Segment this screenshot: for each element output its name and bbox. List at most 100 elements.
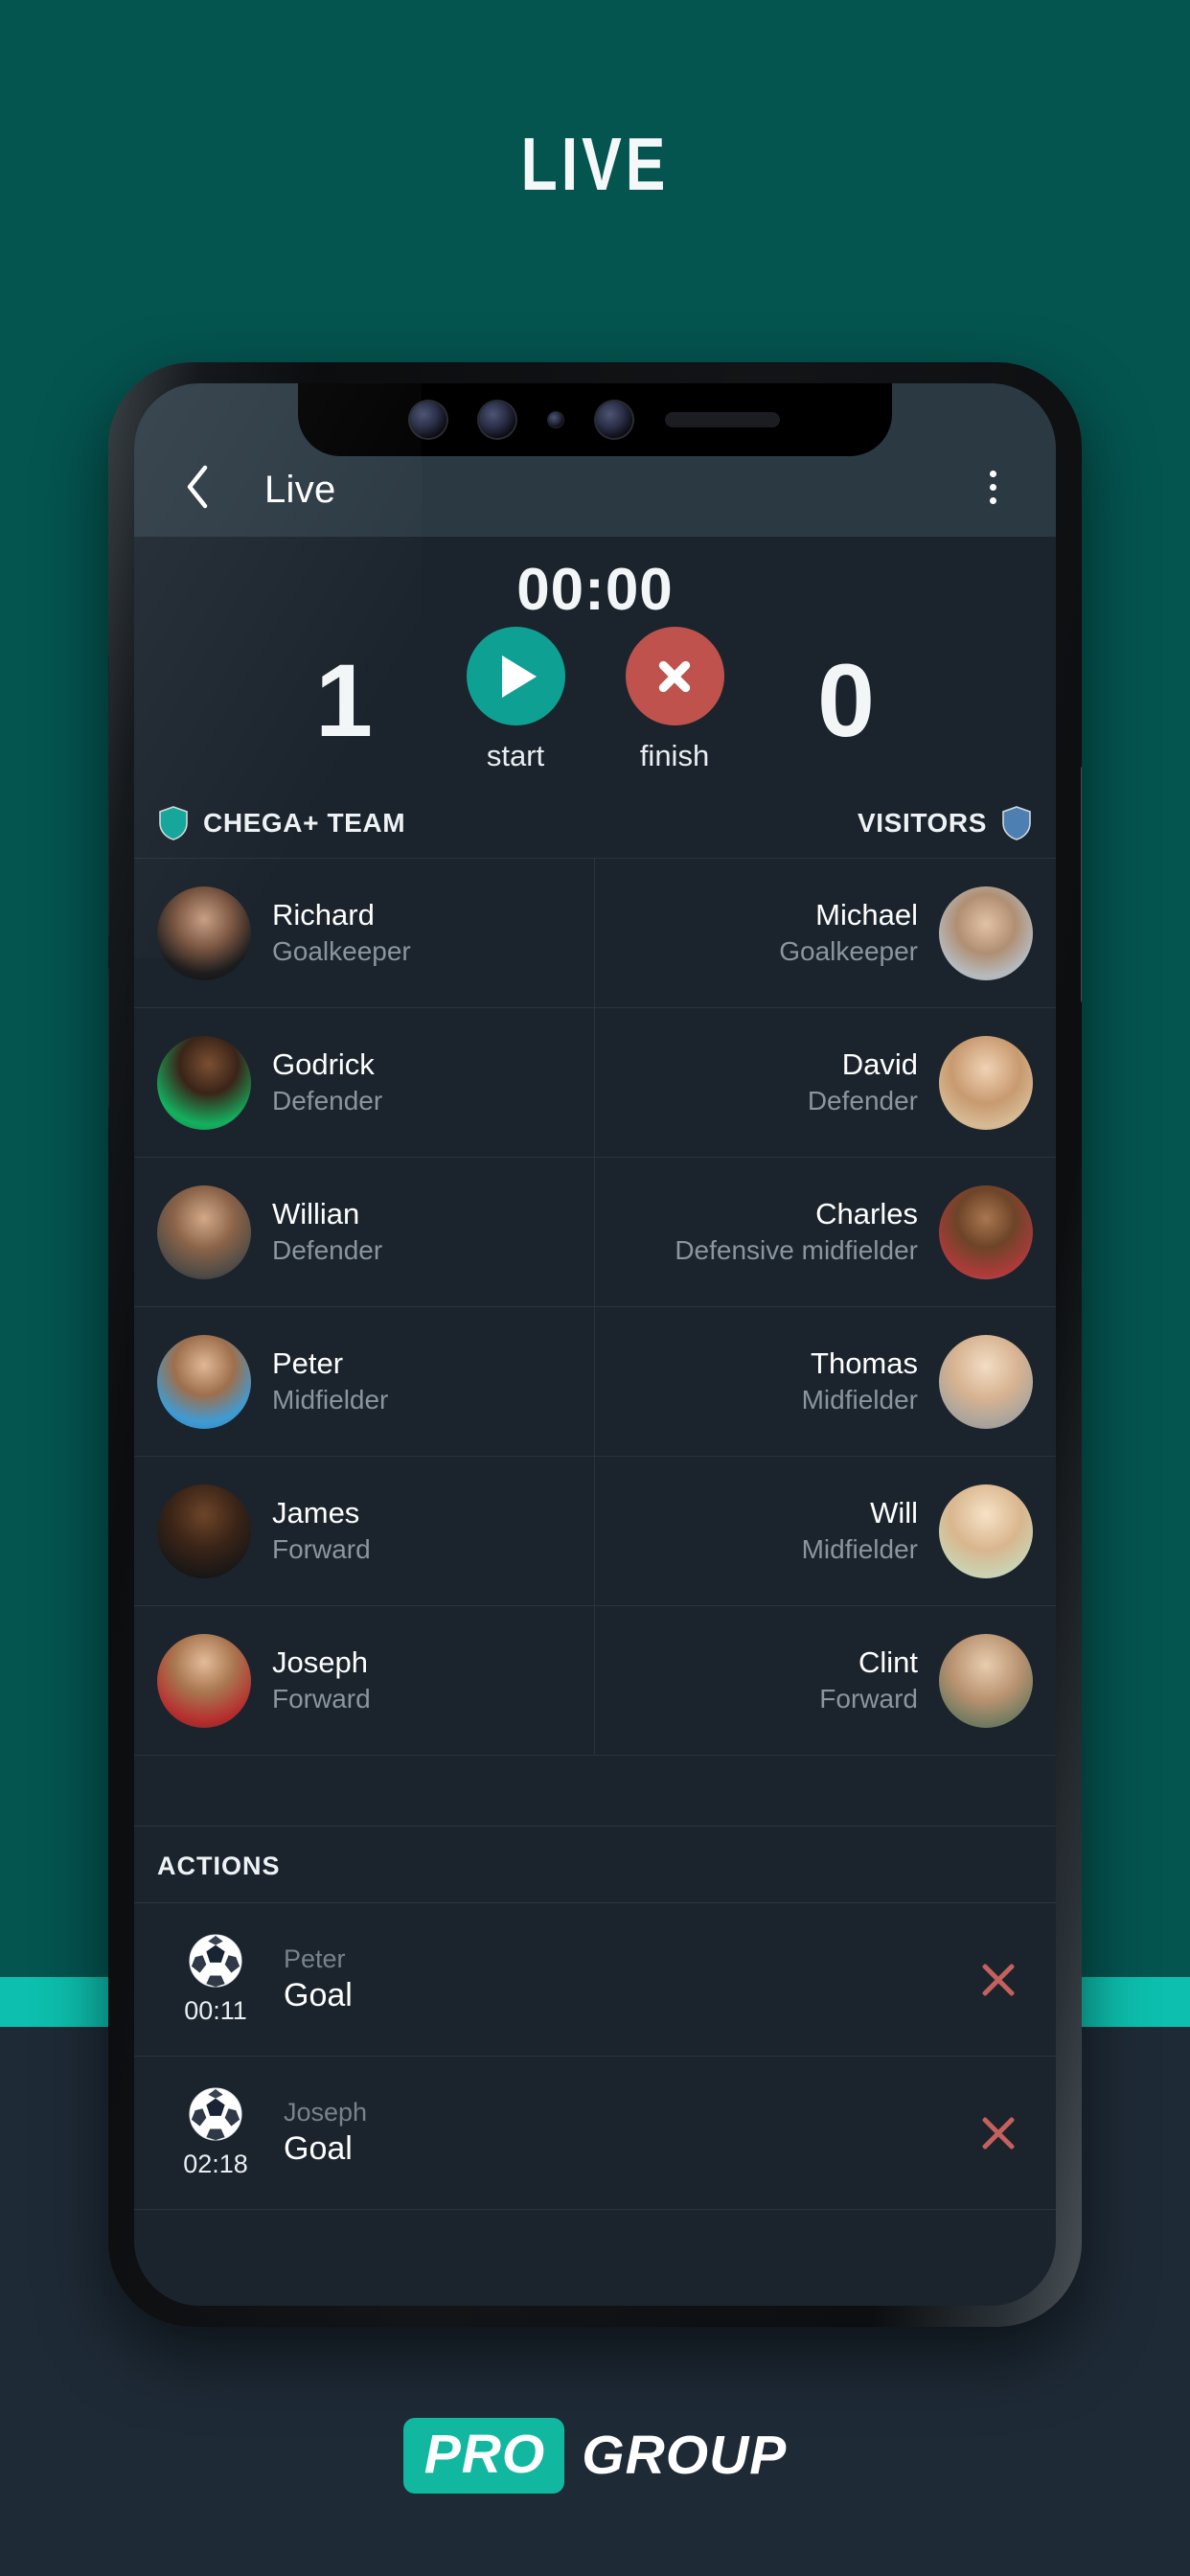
player-name: Peter [272, 1346, 344, 1381]
avatar [939, 1184, 1033, 1279]
table-row[interactable]: Godrick Defender David Defender [134, 1008, 1056, 1159]
front-camera-icon [410, 402, 446, 438]
brand-logo-group: GROUP [582, 2425, 788, 2486]
page-title-live: Live [264, 469, 336, 511]
away-player-cell[interactable]: Thomas Midfielder [595, 1307, 1056, 1456]
phone-mockup: Live 00:00 1 start finish 0 CHEGA+ TEAM … [108, 362, 1082, 2327]
match-timer: 00:00 [516, 557, 674, 623]
front-camera-tertiary-icon [596, 402, 632, 438]
players-list-spacer [134, 1756, 1056, 1828]
player-name: Michael [815, 898, 918, 932]
action-texts: Peter Goal [284, 1944, 353, 2015]
avatar [939, 1035, 1033, 1130]
table-row[interactable]: Richard Goalkeeper Michael Goalkeeper [134, 859, 1056, 1009]
avatar [939, 1484, 1033, 1578]
avatar [157, 886, 251, 980]
start-button[interactable]: start [454, 627, 577, 773]
action-ball-column: 02:18 [163, 2086, 268, 2179]
soccer-ball-icon [189, 2087, 242, 2141]
finish-button-label: finish [639, 739, 710, 773]
brand-logo: PRO GROUP [0, 2418, 1190, 2494]
away-player-cell[interactable]: David Defender [595, 1008, 1056, 1157]
action-type-label: Goal [284, 2129, 353, 2167]
phone-button-left-1 [108, 655, 109, 739]
away-player-cell[interactable]: Michael Goalkeeper [595, 859, 1056, 1007]
player-position: Forward [819, 1683, 918, 1714]
close-icon[interactable] [970, 2104, 1027, 2162]
player-position: Goalkeeper [779, 935, 918, 966]
proximity-sensor-icon [548, 412, 563, 427]
shield-icon [1002, 806, 1031, 841]
table-row[interactable]: Willian Defender Charles Defensive midfi… [134, 1158, 1056, 1308]
close-icon[interactable] [970, 1951, 1027, 2009]
home-team-name: CHEGA+ TEAM [203, 808, 406, 839]
player-position: Midfielder [801, 1384, 918, 1414]
home-player-cell[interactable]: Willian Defender [134, 1158, 595, 1307]
chevron-left-icon[interactable] [172, 462, 222, 512]
player-position: Midfielder [272, 1384, 389, 1414]
table-row[interactable]: James Forward Will Midfielder [134, 1457, 1056, 1607]
player-name: Godrick [272, 1047, 375, 1082]
away-team-name: VISITORS [858, 808, 987, 839]
close-circle-icon [625, 627, 724, 726]
player-position: Defender [807, 1085, 918, 1116]
player-name: James [272, 1496, 360, 1530]
avatar [939, 1633, 1033, 1728]
player-name: Charles [815, 1197, 918, 1231]
away-player-cell[interactable]: Clint Forward [595, 1606, 1056, 1755]
home-score: 1 [314, 641, 374, 758]
away-score: 0 [816, 641, 876, 758]
player-position: Goalkeeper [272, 935, 411, 966]
action-player-name: Joseph [284, 2098, 368, 2128]
player-name: Willian [272, 1197, 360, 1231]
avatar [157, 1184, 251, 1279]
player-name: David [841, 1047, 918, 1082]
phone-screen: Live 00:00 1 start finish 0 CHEGA+ TEAM … [134, 383, 1056, 2306]
list-item[interactable]: 00:11 Peter Goal [134, 1903, 1056, 2058]
player-name: Thomas [811, 1346, 918, 1381]
phone-button-left-3 [108, 966, 109, 1110]
player-name: Richard [272, 898, 375, 932]
page-title: LIVE [520, 122, 670, 206]
phone-button-right-1 [1081, 765, 1082, 1004]
avatar [939, 1334, 1033, 1429]
kebab-menu-icon[interactable] [968, 462, 1018, 512]
table-row[interactable]: Peter Midfielder Thomas Midfielder [134, 1307, 1056, 1458]
phone-notch [298, 383, 892, 456]
home-player-cell[interactable]: Godrick Defender [134, 1008, 595, 1158]
actions-section-label: ACTIONS [134, 1827, 1056, 1904]
earpiece-speaker [665, 412, 780, 427]
player-name: Joseph [272, 1645, 368, 1680]
player-position: Defensive midfielder [675, 1234, 918, 1265]
action-texts: Joseph Goal [284, 2097, 367, 2169]
home-player-cell[interactable]: Joseph Forward [134, 1606, 595, 1756]
player-name: Clint [858, 1645, 918, 1680]
player-position: Midfielder [801, 1533, 918, 1564]
start-button-label: start [486, 739, 545, 773]
phone-body: Live 00:00 1 start finish 0 CHEGA+ TEAM … [108, 362, 1082, 2327]
action-ball-column: 00:11 [163, 1933, 268, 2026]
front-camera-secondary-icon [479, 402, 515, 438]
soccer-ball-icon [189, 1934, 242, 1988]
table-row[interactable]: Joseph Forward Clint Forward [134, 1606, 1056, 1757]
action-type-label: Goal [284, 1976, 353, 2013]
away-player-cell[interactable]: Charles Defensive midfielder [595, 1158, 1056, 1306]
player-position: Forward [272, 1533, 371, 1564]
player-position: Forward [272, 1683, 371, 1714]
list-item[interactable]: 02:18 Joseph Goal [134, 2057, 1056, 2211]
away-player-cell[interactable]: Will Midfielder [595, 1457, 1056, 1605]
player-position: Defender [272, 1234, 383, 1265]
home-player-cell[interactable]: Richard Goalkeeper [134, 859, 595, 1008]
away-team: VISITORS [858, 806, 1031, 841]
players-list: Richard Goalkeeper Michael Goalkeeper Go… [134, 859, 1056, 1828]
avatar [939, 886, 1033, 980]
home-player-cell[interactable]: Peter Midfielder [134, 1307, 595, 1457]
player-name: Will [870, 1496, 918, 1530]
finish-button[interactable]: finish [613, 627, 736, 773]
scoreboard: 00:00 1 start finish 0 [134, 537, 1056, 799]
action-timestamp: 00:11 [184, 1996, 247, 2026]
action-player-name: Peter [284, 1944, 346, 1974]
action-timestamp: 02:18 [183, 2150, 248, 2179]
home-player-cell[interactable]: James Forward [134, 1457, 595, 1606]
teams-bar: CHEGA+ TEAM VISITORS [134, 798, 1056, 860]
